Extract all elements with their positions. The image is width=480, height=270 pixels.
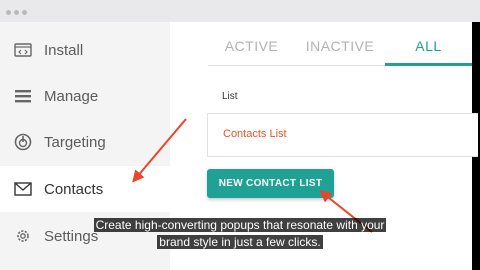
- window-dot[interactable]: [6, 10, 11, 15]
- window-titlebar: [0, 0, 480, 22]
- sidebar-item-install[interactable]: Install: [0, 27, 170, 73]
- code-window-icon: [14, 41, 32, 59]
- list-icon: [14, 87, 32, 105]
- window-dot[interactable]: [14, 10, 19, 15]
- contact-list-table: Contacts List: [207, 113, 478, 157]
- contact-list-link[interactable]: Contacts List: [223, 128, 287, 140]
- list-column-header: List: [222, 91, 238, 102]
- sidebar-item-contacts[interactable]: Contacts: [0, 166, 170, 212]
- power-target-icon: [14, 133, 32, 151]
- caption-line: Create high-converting popups that reson…: [93, 218, 387, 232]
- sidebar-item-label: Targeting: [44, 133, 106, 151]
- sidebar-item-label: Contacts: [44, 180, 104, 198]
- tab-active-indicator: [385, 63, 472, 66]
- envelope-icon: [14, 180, 32, 198]
- sidebar-item-label: Install: [44, 41, 84, 59]
- new-contact-list-button[interactable]: NEW CONTACT LIST: [207, 169, 334, 198]
- caption-line: brand style in just a few clicks.: [157, 235, 323, 249]
- tab-bar: ACTIVE INACTIVE ALL: [208, 26, 472, 66]
- tab-inactive[interactable]: INACTIVE: [296, 26, 384, 66]
- sidebar-item-manage[interactable]: Manage: [0, 73, 170, 119]
- video-caption: Create high-converting popups that reson…: [0, 217, 480, 251]
- tab-all[interactable]: ALL: [385, 26, 472, 66]
- tab-active[interactable]: ACTIVE: [208, 26, 295, 66]
- sidebar-item-label: Manage: [44, 87, 99, 105]
- window-dot[interactable]: [22, 10, 27, 15]
- sidebar-item-targeting[interactable]: Targeting: [0, 119, 170, 165]
- app-window: Install Manage Targeting Contacts Settin…: [0, 0, 480, 270]
